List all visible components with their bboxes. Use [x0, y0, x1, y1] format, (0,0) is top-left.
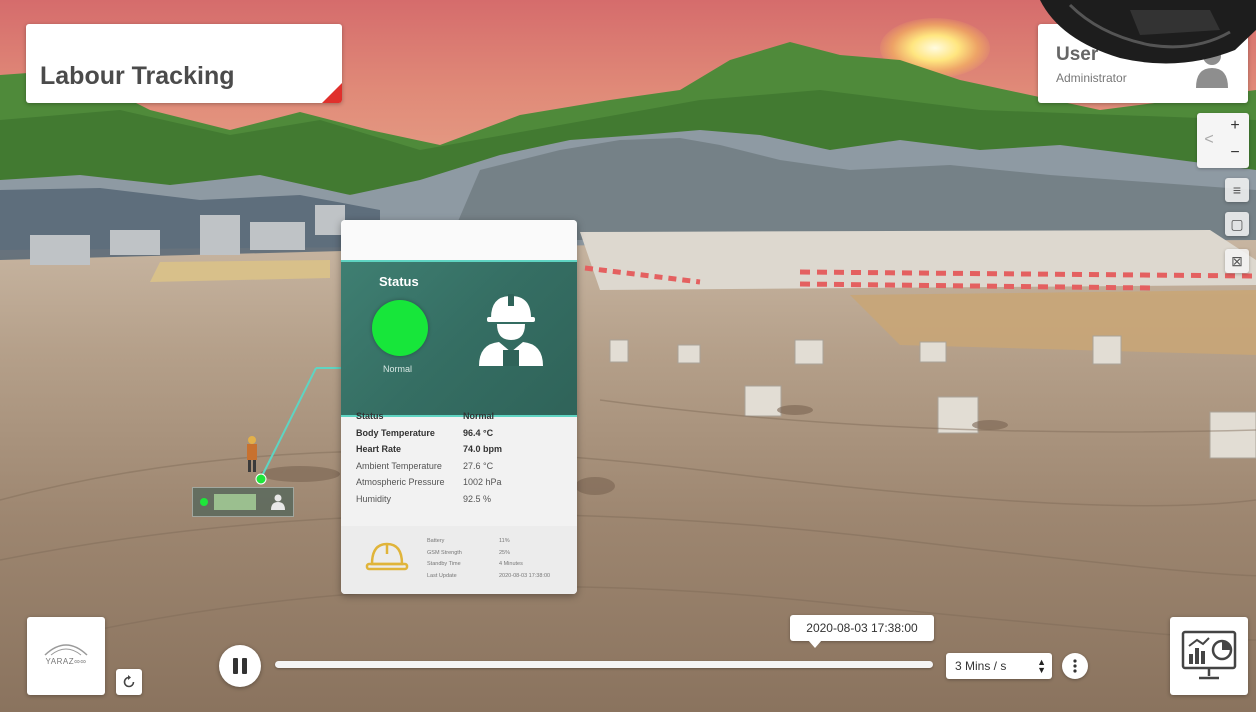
worker-helmet-icon — [479, 294, 543, 366]
title-corner-accent — [322, 83, 342, 103]
device-value: 2020-08-03 17:38:00 — [499, 572, 551, 579]
detail-row: Heart Rate 74.0 bpm — [356, 441, 566, 458]
detail-row: Status Normal — [356, 408, 566, 425]
detail-label: Heart Rate — [356, 444, 402, 454]
device-value: 25% — [499, 549, 511, 556]
detail-label: Atmospheric Pressure — [356, 477, 445, 487]
detail-label: Body Temperature — [356, 427, 435, 438]
device-row: Battery 11% — [427, 536, 567, 548]
pause-icon — [233, 658, 247, 674]
company-logo: YARAZ∞∞ — [27, 617, 105, 695]
site-3d-view[interactable] — [0, 0, 1256, 712]
status-indicator — [372, 300, 428, 356]
user-role: Administrator — [1056, 71, 1127, 85]
detail-value: 92.5 % — [463, 493, 492, 504]
device-row: GSM Strength 25% — [427, 548, 567, 560]
worker-detail-card: Status Normal Status Normal Body Tempera… — [341, 220, 577, 594]
view-toggle-button[interactable]: ▢ — [1225, 212, 1249, 236]
device-value: 11% — [499, 538, 510, 544]
terrain-render — [0, 42, 1256, 641]
card-status-hero: Status Normal — [341, 260, 577, 417]
device-row: Standby Time 4 Minutes — [427, 559, 567, 571]
detail-value: 96.4 °C — [463, 427, 494, 438]
detail-row: Ambient Temperature 27.6 °C — [356, 458, 566, 475]
dashboard-icon — [1181, 630, 1237, 680]
reset-view-button[interactable] — [116, 669, 142, 695]
device-stats: Battery 11% GSM Strength 25% Standby Tim… — [427, 536, 567, 582]
hard-hat-icon — [365, 542, 409, 571]
zoom-in-button[interactable]: + — [1223, 113, 1247, 139]
device-label: GSM Strength — [427, 549, 462, 556]
app-title-panel: Labour Tracking — [26, 24, 342, 103]
square-icon: ▢ — [1230, 215, 1244, 232]
device-label: Standby Time — [427, 561, 461, 567]
worker-tag[interactable] — [192, 487, 294, 517]
more-vertical-icon — [1073, 659, 1077, 673]
detail-value: 1002 hPa — [463, 477, 502, 487]
zoom-controls: < + − — [1197, 113, 1249, 168]
playback-speed-select[interactable]: 3 Mins / s ▲ ▼ — [946, 653, 1052, 679]
fullscreen-button[interactable]: ⊠ — [1225, 249, 1249, 273]
card-header — [341, 220, 577, 260]
device-info: Battery 11% GSM Strength 25% Standby Tim… — [341, 526, 577, 594]
worker-figure — [247, 436, 267, 485]
collapse-button[interactable]: < — [1197, 127, 1221, 153]
worker-name-redacted — [214, 494, 256, 510]
dashboard-button[interactable] — [1170, 617, 1248, 695]
detail-label: Humidity — [356, 493, 392, 504]
person-icon — [271, 494, 285, 510]
reset-icon — [123, 675, 135, 688]
playback-speed-value: 3 Mins / s — [955, 659, 1007, 673]
logo-mark-icon — [44, 644, 88, 656]
timeline-slider[interactable] — [275, 661, 933, 668]
logo-text: YARAZ∞∞ — [45, 657, 87, 666]
detail-label: Ambient Temperature — [356, 460, 442, 471]
vr-headset-overlay — [1040, 0, 1256, 64]
detail-row: Atmospheric Pressure 1002 hPa — [356, 474, 566, 491]
detail-list: Status Normal Body Temperature 96.4 °C H… — [356, 408, 566, 507]
device-label: Battery — [427, 538, 445, 544]
detail-row: Body Temperature 96.4 °C — [356, 425, 566, 442]
detail-value: Normal — [463, 411, 495, 421]
layers-button[interactable]: ≡ — [1225, 178, 1249, 202]
pause-button[interactable] — [219, 645, 261, 687]
zoom-out-button[interactable]: − — [1223, 140, 1247, 166]
hero-status-label: Status — [379, 274, 419, 289]
expand-icon: ⊠ — [1231, 252, 1243, 269]
detail-value: 27.6 °C — [463, 460, 494, 471]
worker-status-dot — [200, 498, 208, 506]
timeline-timestamp: 2020-08-03 17:38:00 — [790, 615, 934, 648]
detail-value: 74.0 bpm — [463, 444, 503, 454]
select-arrows-icon: ▲ ▼ — [1037, 657, 1046, 675]
detail-label: Status — [356, 411, 384, 421]
detail-row: Humidity 92.5 % — [356, 491, 566, 508]
device-value: 4 Minutes — [499, 561, 523, 567]
more-options-button[interactable] — [1062, 653, 1088, 679]
device-label: Last Update — [427, 572, 457, 579]
menu-icon: ≡ — [1232, 182, 1242, 198]
page-title: Labour Tracking — [40, 62, 235, 90]
hero-status-value: Normal — [383, 364, 413, 374]
device-row: Last Update 2020-08-03 17:38:00 — [427, 571, 567, 583]
